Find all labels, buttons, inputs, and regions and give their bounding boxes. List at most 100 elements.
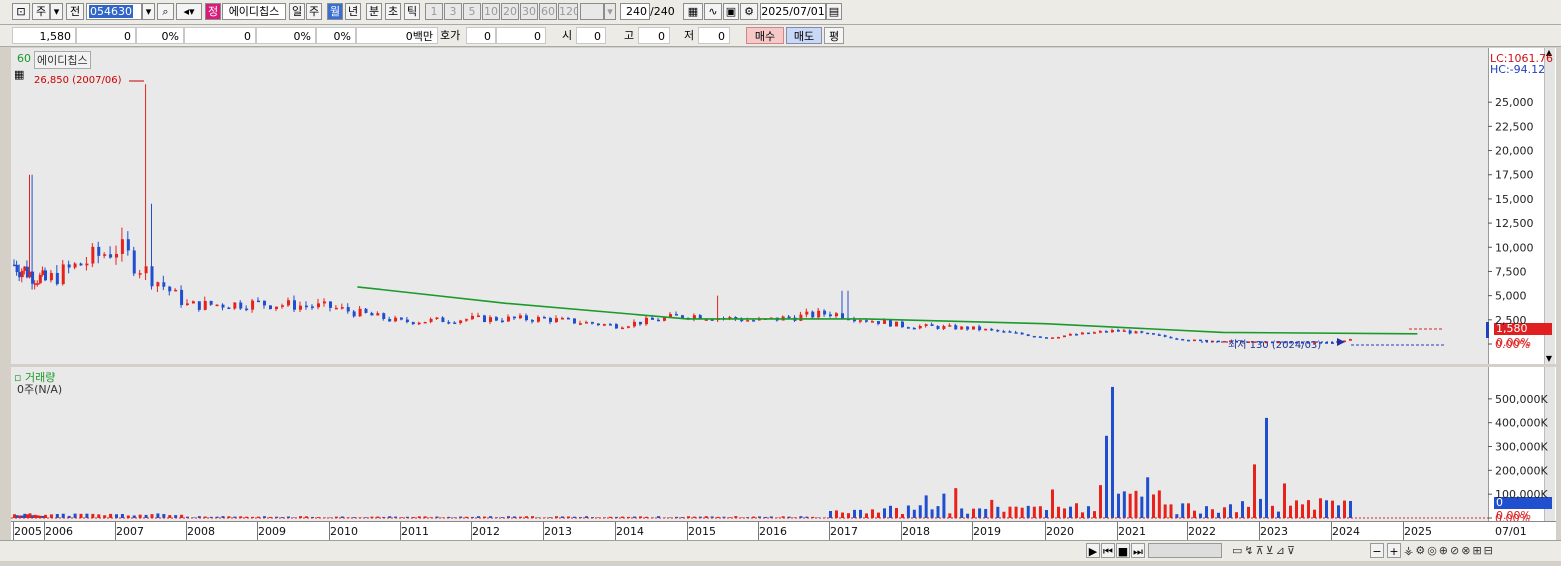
- interval-button[interactable]: 1: [425, 3, 443, 20]
- candle-body: [1331, 342, 1334, 344]
- volume-bar: [901, 514, 904, 518]
- gear-icon[interactable]: ⚙: [740, 3, 758, 20]
- volume-bar: [847, 513, 850, 518]
- interval-button[interactable]: 3: [444, 3, 462, 20]
- candle-body: [1175, 338, 1179, 340]
- volume-bar: [1081, 512, 1084, 518]
- tab-second[interactable]: 초: [385, 3, 401, 20]
- volume-bar: [150, 514, 154, 518]
- volume-bar: [1111, 386, 1114, 518]
- candle-body: [1140, 331, 1144, 333]
- candle-body: [483, 315, 486, 322]
- interval-button[interactable]: 30: [520, 3, 538, 20]
- candle-body: [23, 266, 27, 271]
- candle-body: [1051, 337, 1054, 339]
- volume-bar: [1259, 498, 1262, 518]
- forward-icon[interactable]: ⏭: [1131, 543, 1145, 558]
- candle-body: [930, 324, 934, 326]
- volume-bar: [1014, 506, 1018, 518]
- volume-value: 0: [184, 27, 256, 44]
- interval-button[interactable]: 10: [482, 3, 500, 20]
- interval-button[interactable]: 5: [463, 3, 481, 20]
- tab-tick[interactable]: 틱: [404, 3, 420, 20]
- candle-body: [1081, 332, 1084, 335]
- rewind-icon[interactable]: ⏮: [1101, 543, 1115, 558]
- volume-bar: [1283, 483, 1286, 518]
- time-axis-label: 2013: [544, 525, 572, 538]
- volume-bar: [91, 513, 95, 518]
- price-tick-label: 25,000: [1495, 96, 1534, 109]
- chart-line-icon[interactable]: ∿: [704, 3, 722, 20]
- chevron-down-icon[interactable]: ▾: [50, 3, 63, 20]
- interval-button[interactable]: 20: [501, 3, 519, 20]
- save-icon[interactable]: ▣: [723, 3, 739, 20]
- chart-settings-icons[interactable]: ⚶⚙◎⊕⊘⊗⊞⊟: [1404, 544, 1495, 557]
- volume-bar: [1211, 509, 1214, 518]
- custom-interval-input[interactable]: [580, 3, 604, 20]
- chevron-down-icon[interactable]: ▾: [604, 3, 616, 20]
- volume-bar: [1069, 506, 1072, 518]
- candle-body: [1313, 342, 1316, 344]
- volume-bar: [1093, 511, 1096, 518]
- zoom-in-button[interactable]: +: [1387, 543, 1401, 558]
- avg-button[interactable]: 평: [824, 27, 844, 44]
- mode-select[interactable]: 전: [66, 3, 84, 20]
- drawing-tools-icons[interactable]: ▭↯⊼⊻⊿⊽: [1232, 544, 1297, 557]
- count-input[interactable]: 240: [620, 3, 650, 20]
- candle-body: [25, 266, 29, 278]
- candle-body: [1181, 338, 1185, 341]
- candle-body: [346, 307, 350, 312]
- candle-body: [1087, 332, 1090, 335]
- buy-button[interactable]: 매수: [746, 27, 784, 44]
- tab-week[interactable]: 주: [306, 3, 322, 20]
- candle-body: [853, 319, 856, 322]
- market-select[interactable]: 주: [32, 3, 50, 20]
- candle-body: [906, 327, 910, 329]
- price-tick-label: 17,500: [1495, 169, 1534, 182]
- interval-button[interactable]: 120: [558, 3, 578, 20]
- stock-code-input[interactable]: 054630: [86, 3, 142, 20]
- stop-icon[interactable]: ■: [1116, 543, 1130, 558]
- volume-bar: [1319, 498, 1322, 518]
- volume-bar: [28, 513, 32, 518]
- candle-body: [41, 270, 45, 276]
- candle-body: [239, 302, 243, 309]
- range-slider[interactable]: [1148, 543, 1222, 558]
- tab-month[interactable]: 월: [327, 3, 343, 20]
- tab-day[interactable]: 일: [289, 3, 305, 20]
- grid-icon[interactable]: ▦: [683, 3, 703, 20]
- tab-year[interactable]: 년: [345, 3, 361, 20]
- date-input[interactable]: 2025/07/01: [760, 3, 826, 20]
- zoom-out-button[interactable]: −: [1370, 543, 1384, 558]
- volume-bar: [1307, 500, 1310, 518]
- candle-body: [675, 314, 678, 316]
- sell-button[interactable]: 매도: [786, 27, 822, 44]
- candle-body: [120, 239, 124, 254]
- candle-body: [364, 308, 368, 313]
- tab-minute[interactable]: 분: [366, 3, 382, 20]
- candle-body: [376, 313, 380, 316]
- volume-bar: [841, 512, 844, 518]
- time-axis-tick: [13, 522, 14, 540]
- volume-bar: [1271, 505, 1274, 518]
- price-tick-label: 10,000: [1495, 241, 1534, 254]
- candle-body: [990, 328, 994, 331]
- volume-bar: [1187, 503, 1190, 518]
- calendar-icon[interactable]: ▤: [826, 3, 842, 20]
- sound-icon[interactable]: ◂▾: [176, 3, 202, 20]
- play-icon[interactable]: ▶: [1086, 543, 1100, 558]
- layout-icon[interactable]: ⊡: [12, 3, 30, 20]
- candle-body: [31, 271, 35, 284]
- volume-bar: [97, 514, 101, 518]
- volume-bar: [936, 506, 940, 518]
- time-axis-right-label: 07/01: [1495, 525, 1527, 538]
- interval-button[interactable]: 60: [539, 3, 557, 20]
- search-icon[interactable]: ⌕: [157, 3, 174, 20]
- time-axis-label: 2018: [902, 525, 930, 538]
- candle-body: [263, 300, 266, 306]
- price-tick-label: 0.00%: [1495, 338, 1530, 351]
- candle-body: [799, 314, 803, 321]
- chevron-down-icon[interactable]: ▾: [142, 3, 155, 20]
- hoga-label: 호가: [440, 29, 461, 42]
- candle-body: [871, 321, 874, 323]
